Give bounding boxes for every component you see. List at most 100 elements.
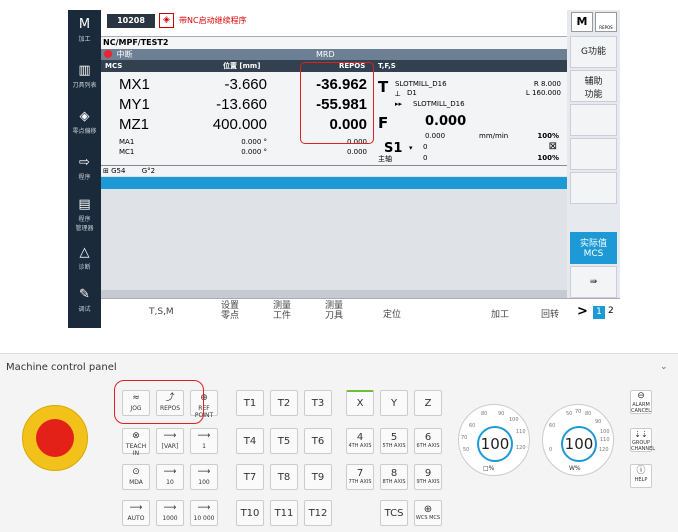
scroll-track[interactable] <box>101 290 567 298</box>
channel-status: 中断 <box>116 50 133 59</box>
dial-tick: 60 <box>469 423 476 429</box>
spindle-override-value: 100 <box>561 426 597 462</box>
nav-program[interactable]: ⇨ 程序 <box>68 150 101 182</box>
group-channel-key[interactable]: ⇣⇣ GROUP CHANNEL <box>630 428 655 452</box>
t3-key[interactable]: T3 <box>304 390 332 416</box>
softkey-next[interactable]: ⇛ <box>570 266 617 298</box>
t4-key[interactable]: T4 <box>236 428 264 454</box>
softkey-measure-tool[interactable]: 测量 刀具 <box>325 301 343 321</box>
softkey-empty[interactable] <box>570 138 617 170</box>
mda-key[interactable]: ⊙ MDA <box>122 464 150 490</box>
axis-5-key[interactable]: 5 5TH AXIS <box>380 428 408 454</box>
nav-program-manager[interactable]: ▤ 程序 管理器 <box>68 192 101 233</box>
t6-key[interactable]: T6 <box>304 428 332 454</box>
softkey-empty[interactable] <box>570 172 617 204</box>
wcs-mcs-key[interactable]: ⊕ WCS MCS <box>414 500 442 526</box>
axis-y-key[interactable]: Y <box>380 390 408 416</box>
t12-key[interactable]: T12 <box>304 500 332 526</box>
softkey-tsm[interactable]: T,S,M <box>149 307 174 317</box>
softkey-empty[interactable] <box>570 104 617 136</box>
nav-setup[interactable]: ✎ 调试 <box>68 282 101 314</box>
axis-z-key[interactable]: Z <box>414 390 442 416</box>
page-2[interactable]: 2 <box>608 306 614 316</box>
help-key[interactable]: ⓘ HELP <box>630 464 652 488</box>
dial-tick: 110 <box>516 429 526 435</box>
collapse-icon[interactable]: ⌄ <box>660 362 668 372</box>
tcs-key[interactable]: TCS <box>380 500 408 526</box>
key-sublabel: WCS MCS <box>415 515 441 521</box>
softkey-position[interactable]: 定位 <box>383 307 401 320</box>
t2-key[interactable]: T2 <box>270 390 298 416</box>
dial-tick: 120 <box>599 447 609 453</box>
alarm-cancel-key[interactable]: ⊖ ALARM CANCEL <box>630 390 652 414</box>
nav-label: 刀具列表 <box>72 82 97 89</box>
key-label: 100 <box>198 479 210 486</box>
highlight-annotation <box>300 62 374 144</box>
key-label: MDA <box>129 479 143 486</box>
softkey-more[interactable]: > <box>577 304 588 319</box>
softkey-machining[interactable]: 加工 <box>491 307 509 320</box>
var-key[interactable]: ⟶ [VAR] <box>156 428 184 454</box>
auto-key[interactable]: ⟶ AUTO <box>122 500 150 526</box>
t9-key[interactable]: T9 <box>304 464 332 490</box>
t11-key[interactable]: T11 <box>270 500 298 526</box>
alarm-icon: ◈ <box>159 13 174 28</box>
teach-in-key[interactable]: ⊗ TEACH IN <box>122 428 150 457</box>
highlight-annotation <box>114 380 204 424</box>
offset-extra: G°2 <box>141 167 156 175</box>
softkey-measure-workpiece[interactable]: 测量 工件 <box>273 301 291 321</box>
inc-1-key[interactable]: ⟶ 1 <box>190 428 218 454</box>
t5-key[interactable]: T5 <box>270 428 298 454</box>
nav-tool-list[interactable]: ▥ 刀具列表 <box>68 58 101 90</box>
nav-machine[interactable]: M 加工 <box>68 12 101 44</box>
key-sublabel: 4TH AXIS <box>348 443 372 449</box>
axis-position: 400.000 <box>212 116 267 133</box>
t1-key[interactable]: T1 <box>236 390 264 416</box>
axis-position: -13.660 <box>216 96 267 113</box>
axis-4-key[interactable]: 4 4TH AXIS <box>346 428 374 454</box>
key-sublabel: 9TH AXIS <box>416 479 440 485</box>
axis-8-key[interactable]: 8 8TH AXIS <box>380 464 408 490</box>
softkey-aux-functions[interactable]: 辅助 功能 <box>570 70 617 102</box>
softkey-set-zero[interactable]: 设置 零点 <box>221 301 239 321</box>
repos-icon[interactable]: REPOS <box>595 12 617 32</box>
inc-10-key[interactable]: ⟶ 10 <box>156 464 184 490</box>
alarm-number[interactable]: 10208 <box>107 14 155 28</box>
feed-sub: 0.000 <box>425 132 446 140</box>
machine-icon[interactable]: M <box>571 12 593 32</box>
inc-10000-key[interactable]: ⟶ 10 000 <box>190 500 218 526</box>
key-label: TEACH IN <box>125 443 147 457</box>
inc-1000-key[interactable]: ⟶ 1000 <box>156 500 184 526</box>
feed-value: 0.000 <box>425 114 467 129</box>
feed-override-dial[interactable]: 60 80 90 100 110 120 70 50 100 □% <box>458 404 530 476</box>
t10-key[interactable]: T10 <box>236 500 264 526</box>
spindle-override-dial[interactable]: 50 70 80 90 100 110 120 60 0 100 W% <box>542 404 614 476</box>
t7-key[interactable]: T7 <box>236 464 264 490</box>
t8-key[interactable]: T8 <box>270 464 298 490</box>
offset-icon: ⊞ <box>103 167 109 175</box>
group-channel-icon: ⇣⇣ <box>634 430 648 439</box>
spindle-dir-icon: ▾ <box>409 144 413 152</box>
spindle-stop-icon: ⊠ <box>548 141 557 152</box>
nav-work-offset[interactable]: ◈ 零点偏移 <box>68 104 101 136</box>
teach-in-icon: ⊗ <box>132 431 140 441</box>
axis-7-key[interactable]: 7 7TH AXIS <box>346 464 374 490</box>
inc-100-key[interactable]: ⟶ 100 <box>190 464 218 490</box>
arrow-icon: ⟶ <box>197 503 211 513</box>
arrow-icon: ⟶ <box>197 467 211 477</box>
axis-6-key[interactable]: 6 6TH AXIS <box>414 428 442 454</box>
channel-status-bar: 中断 MRD <box>101 49 567 60</box>
page-1[interactable]: 1 <box>593 306 605 319</box>
axis-x-key[interactable]: X <box>346 390 374 416</box>
mda-icon: ⊙ <box>132 467 140 477</box>
softkey-actual-mcs[interactable]: 实际值 MCS <box>570 232 617 264</box>
next-tool-name: SLOTMILL_D16 <box>413 100 465 108</box>
axis-position: -3.660 <box>224 76 267 93</box>
softkey-g-functions[interactable]: G功能 <box>570 36 617 68</box>
axis-9-key[interactable]: 9 9TH AXIS <box>414 464 442 490</box>
next-tool-icon: ▸▸ <box>395 100 403 108</box>
nav-diagnostics[interactable]: △ 诊断 <box>68 240 101 272</box>
key-label: 10 <box>166 479 174 486</box>
emergency-stop-button[interactable] <box>22 405 88 471</box>
softkey-swivel[interactable]: 回转 <box>541 307 559 320</box>
